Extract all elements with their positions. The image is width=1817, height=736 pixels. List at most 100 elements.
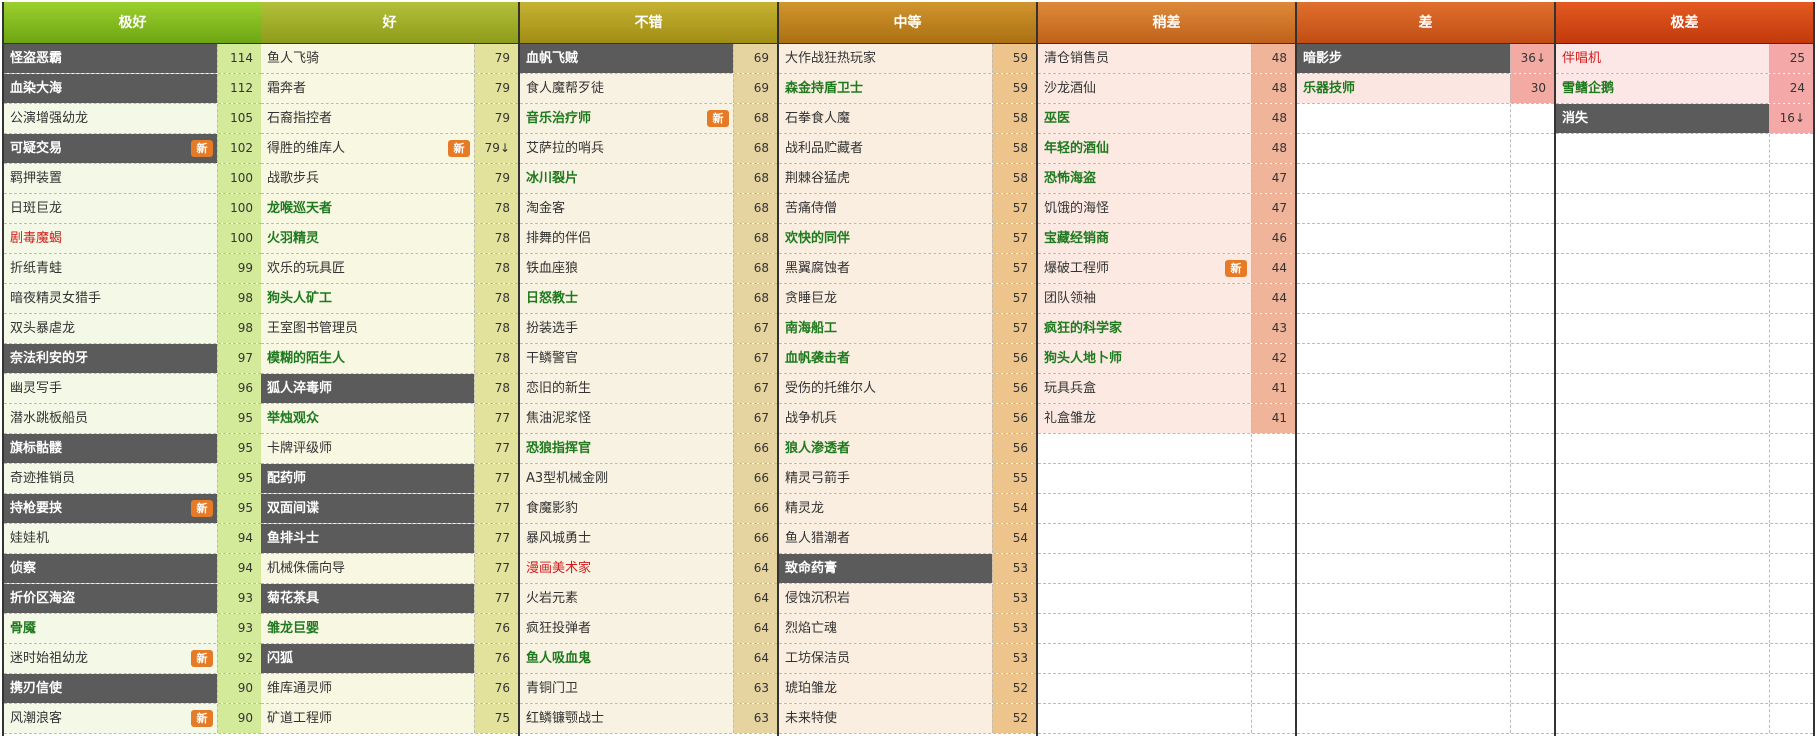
card-row[interactable]: 机械侏儒向导 77: [261, 554, 518, 584]
card-row[interactable]: 乐器技师 30: [1297, 74, 1554, 104]
card-row[interactable]: 娃娃机 94: [4, 524, 261, 554]
card-row[interactable]: 迷时始祖幼龙 新 92: [4, 644, 261, 674]
card-row[interactable]: 卡牌评级师 77: [261, 434, 518, 464]
card-row[interactable]: 鱼人猎潮者 54: [779, 524, 1036, 554]
card-row[interactable]: 未来特使 52: [779, 704, 1036, 734]
tier-header[interactable]: 差: [1297, 2, 1554, 44]
card-row[interactable]: 爆破工程师 新 44: [1038, 254, 1295, 284]
card-row[interactable]: 携刃信使 90: [4, 674, 261, 704]
card-row[interactable]: 年轻的酒仙 48: [1038, 134, 1295, 164]
card-row[interactable]: 暗夜精灵女猎手 98: [4, 284, 261, 314]
card-row[interactable]: 剧毒魔蝎 100: [4, 224, 261, 254]
card-row[interactable]: 霜奔者 79: [261, 74, 518, 104]
card-row[interactable]: 排舞的伴侣 68: [520, 224, 777, 254]
card-row[interactable]: 鱼人飞骑 79: [261, 44, 518, 74]
card-row[interactable]: 骨魇 93: [4, 614, 261, 644]
card-row[interactable]: 贪睡巨龙 57: [779, 284, 1036, 314]
card-row[interactable]: 双面间谍 77: [261, 494, 518, 524]
card-row[interactable]: 得胜的维库人 新 79↓: [261, 134, 518, 164]
card-row[interactable]: 举烛观众 77: [261, 404, 518, 434]
card-row[interactable]: 幽灵写手 96: [4, 374, 261, 404]
card-row[interactable]: 焦油泥浆怪 67: [520, 404, 777, 434]
card-row[interactable]: 闪狐 76: [261, 644, 518, 674]
card-row[interactable]: 食人魔帮歹徒 69: [520, 74, 777, 104]
card-row[interactable]: 淘金客 68: [520, 194, 777, 224]
card-row[interactable]: 漫画美术家 64: [520, 554, 777, 584]
card-row[interactable]: 战歌步兵 79: [261, 164, 518, 194]
card-row[interactable]: 狐人淬毒师 78: [261, 374, 518, 404]
card-row[interactable]: 龙喉巡天者 78: [261, 194, 518, 224]
card-row[interactable]: A3型机械金刚 66: [520, 464, 777, 494]
card-row[interactable]: 森金持盾卫士 59: [779, 74, 1036, 104]
card-row[interactable]: 伴唱机 25: [1556, 44, 1813, 74]
card-row[interactable]: 日怒教士 68: [520, 284, 777, 314]
card-row[interactable]: 血染大海 112: [4, 74, 261, 104]
card-row[interactable]: 折价区海盗 93: [4, 584, 261, 614]
card-row[interactable]: 铁血座狼 68: [520, 254, 777, 284]
card-row[interactable]: 团队领袖 44: [1038, 284, 1295, 314]
card-row[interactable]: 雪鳍企鹅 24: [1556, 74, 1813, 104]
card-row[interactable]: 潜水跳板船员 95: [4, 404, 261, 434]
card-row[interactable]: 鱼人吸血鬼 64: [520, 644, 777, 674]
card-row[interactable]: 干鳞警官 67: [520, 344, 777, 374]
card-row[interactable]: 黑翼腐蚀者 57: [779, 254, 1036, 284]
card-row[interactable]: 配药师 77: [261, 464, 518, 494]
card-row[interactable]: 战争机兵 56: [779, 404, 1036, 434]
card-row[interactable]: 火岩元素 64: [520, 584, 777, 614]
card-row[interactable]: 菊花茶具 77: [261, 584, 518, 614]
card-row[interactable]: 清仓销售员 48: [1038, 44, 1295, 74]
card-row[interactable]: 恋旧的新生 67: [520, 374, 777, 404]
card-row[interactable]: 精灵龙 54: [779, 494, 1036, 524]
card-row[interactable]: 青铜门卫 63: [520, 674, 777, 704]
card-row[interactable]: 持枪要挟 新 95: [4, 494, 261, 524]
tier-header[interactable]: 极好: [4, 2, 261, 44]
card-row[interactable]: 战利品贮藏者 58: [779, 134, 1036, 164]
card-row[interactable]: 荆棘谷猛虎 58: [779, 164, 1036, 194]
card-row[interactable]: 血帆飞贼 69: [520, 44, 777, 74]
card-row[interactable]: 狼人渗透者 56: [779, 434, 1036, 464]
card-row[interactable]: 苦痛侍僧 57: [779, 194, 1036, 224]
card-row[interactable]: 大作战狂热玩家 59: [779, 44, 1036, 74]
card-row[interactable]: 玩具兵盒 41: [1038, 374, 1295, 404]
card-row[interactable]: 王室图书管理员 78: [261, 314, 518, 344]
card-row[interactable]: 疯狂投弹者 64: [520, 614, 777, 644]
card-row[interactable]: 致命药膏 53: [779, 554, 1036, 584]
card-row[interactable]: 南海船工 57: [779, 314, 1036, 344]
card-row[interactable]: 雏龙巨婴 76: [261, 614, 518, 644]
card-row[interactable]: 羁押装置 100: [4, 164, 261, 194]
card-row[interactable]: 恐狼指挥官 66: [520, 434, 777, 464]
card-row[interactable]: 礼盒雏龙 41: [1038, 404, 1295, 434]
card-row[interactable]: 宝藏经销商 46: [1038, 224, 1295, 254]
card-row[interactable]: 音乐治疗师 新 68: [520, 104, 777, 134]
card-row[interactable]: 消失 16↓: [1556, 104, 1813, 134]
tier-header[interactable]: 不错: [520, 2, 777, 44]
card-row[interactable]: 琥珀雏龙 52: [779, 674, 1036, 704]
card-row[interactable]: 奇迹推销员 95: [4, 464, 261, 494]
card-row[interactable]: 狗头人地卜师 42: [1038, 344, 1295, 374]
card-row[interactable]: 血帆袭击者 56: [779, 344, 1036, 374]
card-row[interactable]: 受伤的托维尔人 56: [779, 374, 1036, 404]
card-row[interactable]: 风潮浪客 新 90: [4, 704, 261, 734]
card-row[interactable]: 工坊保洁员 53: [779, 644, 1036, 674]
card-row[interactable]: 饥饿的海怪 47: [1038, 194, 1295, 224]
card-row[interactable]: 日斑巨龙 100: [4, 194, 261, 224]
card-row[interactable]: 怪盗恶霸 114: [4, 44, 261, 74]
card-row[interactable]: 暗影步 36↓: [1297, 44, 1554, 74]
card-row[interactable]: 鱼排斗士 77: [261, 524, 518, 554]
card-row[interactable]: 侦察 94: [4, 554, 261, 584]
card-row[interactable]: 冰川裂片 68: [520, 164, 777, 194]
card-row[interactable]: 侵蚀沉积岩 53: [779, 584, 1036, 614]
card-row[interactable]: 双头暴虐龙 98: [4, 314, 261, 344]
card-row[interactable]: 模糊的陌生人 78: [261, 344, 518, 374]
card-row[interactable]: 烈焰亡魂 53: [779, 614, 1036, 644]
tier-header[interactable]: 好: [261, 2, 518, 44]
card-row[interactable]: 扮装选手 67: [520, 314, 777, 344]
card-row[interactable]: 奈法利安的牙 97: [4, 344, 261, 374]
tier-header[interactable]: 中等: [779, 2, 1036, 44]
card-row[interactable]: 石拳食人魔 58: [779, 104, 1036, 134]
card-row[interactable]: 公演增强幼龙 105: [4, 104, 261, 134]
card-row[interactable]: 巫医 48: [1038, 104, 1295, 134]
card-row[interactable]: 旗标骷髅 95: [4, 434, 261, 464]
card-row[interactable]: 火羽精灵 78: [261, 224, 518, 254]
tier-header[interactable]: 稍差: [1038, 2, 1295, 44]
